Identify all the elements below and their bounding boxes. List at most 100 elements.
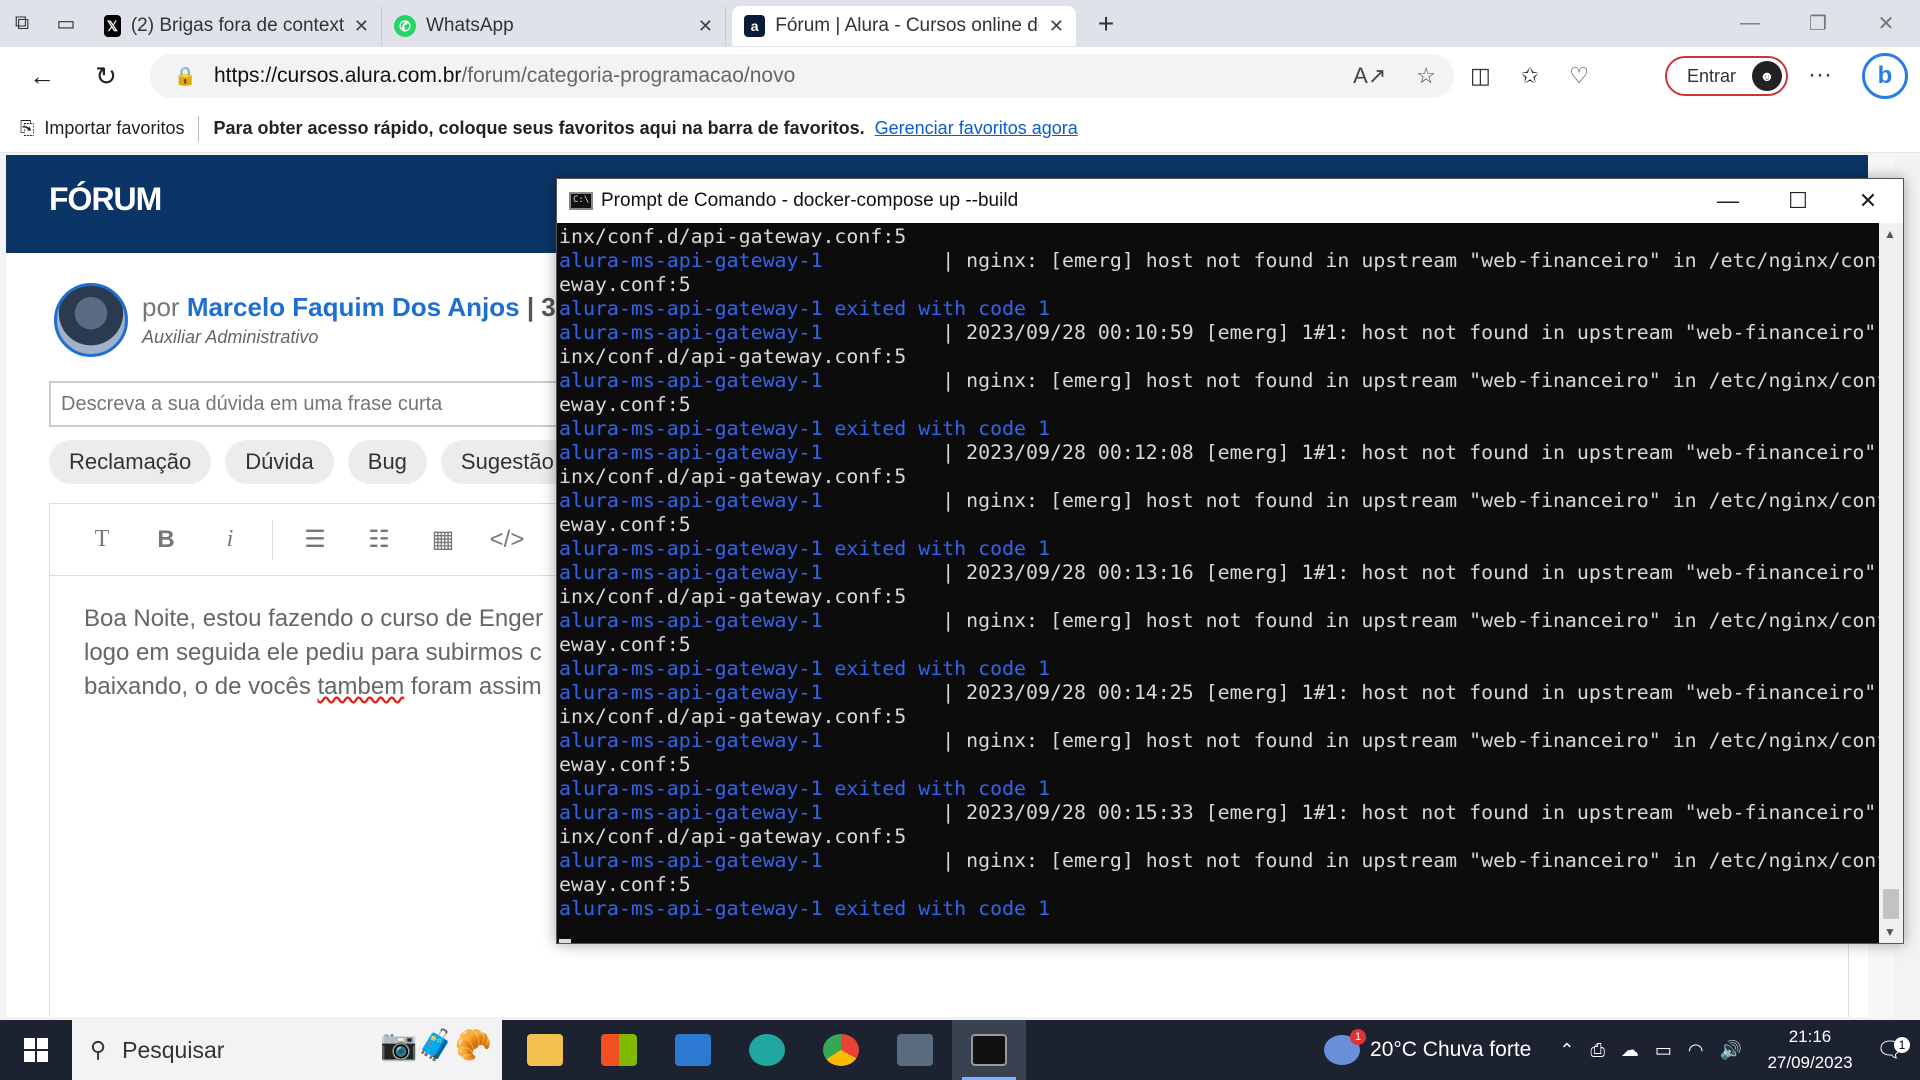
close-icon[interactable]: ✕ <box>354 16 369 37</box>
new-tab-icon[interactable]: + <box>1084 2 1128 46</box>
bullet-list-icon[interactable]: ☷ <box>347 525 411 554</box>
terminal-line: eway.conf:5 <box>559 873 1879 897</box>
search-placeholder: Pesquisar <box>122 1036 225 1063</box>
chip-reclamacao[interactable]: Reclamação <box>49 440 212 484</box>
import-icon: ⎘ <box>20 118 35 138</box>
log-text: eway.conf:5 <box>559 633 691 656</box>
lock-icon[interactable]: 🔒 <box>174 66 214 87</box>
ordered-list-icon[interactable]: ☰ <box>283 525 347 554</box>
close-icon[interactable]: ✕ <box>1049 16 1064 37</box>
scroll-thumb[interactable] <box>1883 889 1899 919</box>
chrome-icon[interactable] <box>804 1020 878 1080</box>
address-bar[interactable]: 🔒 https://cursos.alura.com.br/forum/cate… <box>150 54 1454 98</box>
terminal-output[interactable]: inx/conf.d/api-gateway.conf:5 alura-ms-ap… <box>559 223 1879 943</box>
log-text: eway.conf:5 <box>559 273 691 296</box>
terminal-line: alura-ms-api-gateway-1 | nginx: [emerg] … <box>559 849 1879 873</box>
refresh-icon[interactable]: ↻ <box>74 47 138 105</box>
service-name: alura-ms-api-gateway-1 <box>559 249 823 272</box>
read-aloud-icon[interactable]: A↗ <box>1353 63 1386 89</box>
terminal-app-icon[interactable] <box>952 1020 1026 1080</box>
misspelled-word[interactable]: tambem <box>318 673 405 700</box>
tab-actions-icon[interactable]: ▭ <box>44 2 88 46</box>
table-icon[interactable]: ▦ <box>411 525 475 554</box>
start-button[interactable] <box>0 1020 72 1080</box>
close-icon[interactable]: ✕ <box>698 16 713 37</box>
manage-favorites-link[interactable]: Gerenciar favoritos agora <box>875 118 1078 139</box>
author-name[interactable]: Marcelo Faquim Dos Anjos <box>187 292 520 322</box>
import-favorites-button[interactable]: ⎘ Importar favoritos <box>0 118 184 139</box>
split-screen-icon[interactable]: ◫ <box>1470 63 1491 89</box>
edge-icon[interactable] <box>730 1020 804 1080</box>
terminal-line: alura-ms-api-gateway-1 exited with code … <box>559 657 1879 681</box>
service-name: alura-ms-api-gateway-1 <box>559 849 823 872</box>
tab-twitter[interactable]: 𝕏 (2) Brigas fora de contexto (@Bri ✕ <box>92 6 382 46</box>
more-menu-icon[interactable]: ··· <box>1808 61 1832 89</box>
terminal-scrollbar[interactable]: ▲ ▼ <box>1879 223 1903 943</box>
wifi-icon[interactable]: ◠ <box>1688 1040 1704 1061</box>
bold-icon[interactable]: B <box>134 526 198 554</box>
log-text: | nginx: [emerg] host not found in upstr… <box>942 849 1879 872</box>
microsoft-store-icon[interactable] <box>582 1020 656 1080</box>
sign-in-button[interactable]: Entrar ☻ <box>1665 56 1788 96</box>
terminal-line: alura-ms-api-gateway-1 exited with code … <box>559 297 1879 321</box>
chip-duvida[interactable]: Dúvida <box>225 440 334 484</box>
cmd-title: Prompt de Comando - docker-compose up --… <box>601 190 1019 211</box>
file-explorer-icon[interactable] <box>508 1020 582 1080</box>
tab-title: WhatsApp <box>426 15 514 36</box>
scroll-up-icon[interactable]: ▲ <box>1884 227 1896 241</box>
code-icon[interactable]: </> <box>475 526 539 554</box>
favorite-star-icon[interactable]: ☆ <box>1416 63 1436 89</box>
url-host: https://cursos.alura.com.br <box>214 64 462 87</box>
notification-center-button[interactable]: 🗨 1 <box>1860 1037 1920 1063</box>
favorites-bar: ⎘ Importar favoritos Para obter acesso r… <box>0 105 1920 153</box>
restore-icon[interactable]: ❐ <box>1784 0 1852 47</box>
service-name: alura-ms-api-gateway-1 exited with code … <box>559 417 1050 440</box>
terminal-line: inx/conf.d/api-gateway.conf:5 <box>559 585 1879 609</box>
cmd-titlebar[interactable]: C:\ Prompt de Comando - docker-compose u… <box>557 179 1903 223</box>
weather-widget[interactable]: 1 20°C Chuva forte <box>1324 1029 1532 1065</box>
log-text: | 2023/09/28 00:10:59 [emerg] 1#1: host … <box>942 321 1877 344</box>
tab-alura-forum[interactable]: a Fórum | Alura - Cursos online de ✕ <box>732 6 1076 46</box>
italic-icon[interactable]: i <box>198 526 262 553</box>
log-text: inx/conf.d/api-gateway.conf:5 <box>559 705 907 728</box>
terminal-line: alura-ms-api-gateway-1 exited with code … <box>559 897 1879 921</box>
battery-icon[interactable]: ▭ <box>1655 1040 1672 1061</box>
volume-icon[interactable]: 🔊 <box>1720 1040 1742 1061</box>
favorites-icon[interactable]: ✩ <box>1521 63 1539 89</box>
terminal-line: alura-ms-api-gateway-1 | nginx: [emerg] … <box>559 369 1879 393</box>
address-bar-actions: A↗ ☆ <box>1353 63 1436 89</box>
search-highlight-icon: 📷🧳🥐 <box>379 1029 492 1062</box>
device-icon[interactable]: ⎙ <box>1590 1040 1604 1061</box>
cloud-error-icon[interactable]: ☁ <box>1621 1040 1639 1061</box>
weather-text: 20°C Chuva forte <box>1370 1038 1532 1061</box>
bing-copilot-icon[interactable]: b <box>1862 53 1908 99</box>
browser-toolbar: ← ↻ 🔒 https://cursos.alura.com.br/forum/… <box>0 47 1920 105</box>
maximize-icon[interactable]: ☐ <box>1763 179 1833 223</box>
close-icon[interactable]: ✕ <box>1833 179 1903 223</box>
workspaces-icon[interactable]: ⧉ <box>0 2 44 46</box>
author-prefix: por <box>142 292 180 322</box>
service-name: alura-ms-api-gateway-1 <box>559 369 823 392</box>
avatar[interactable] <box>54 283 128 357</box>
minimize-icon[interactable]: — <box>1693 179 1763 223</box>
terminal-line: alura-ms-api-gateway-1 exited with code … <box>559 537 1879 561</box>
calculator-icon[interactable] <box>878 1020 952 1080</box>
scroll-down-icon[interactable]: ▼ <box>1884 925 1896 939</box>
terminal-line: alura-ms-api-gateway-1 exited with code … <box>559 777 1879 801</box>
back-icon[interactable]: ← <box>10 47 74 105</box>
close-window-icon[interactable]: ✕ <box>1852 0 1920 47</box>
taskbar-search[interactable]: ⚲ Pesquisar 📷🧳🥐 <box>72 1020 502 1080</box>
chip-bug[interactable]: Bug <box>347 440 427 484</box>
heading-icon[interactable]: T <box>70 526 134 553</box>
minimize-icon[interactable]: — <box>1716 0 1784 47</box>
editor-content[interactable]: Boa Noite, estou fazendo o curso de Enge… <box>50 576 590 730</box>
chevron-up-icon[interactable]: ⌃ <box>1559 1040 1574 1061</box>
browser-essentials-icon[interactable]: ♡ <box>1569 63 1589 89</box>
terminal-line: eway.conf:5 <box>559 513 1879 537</box>
mail-icon[interactable] <box>656 1020 730 1080</box>
chip-sugestao[interactable]: Sugestão <box>440 440 574 484</box>
terminal-line: alura-ms-api-gateway-1 | nginx: [emerg] … <box>559 729 1879 753</box>
tab-whatsapp[interactable]: ✆ WhatsApp ✕ <box>382 6 726 46</box>
terminal-line: alura-ms-api-gateway-1 | 2023/09/28 00:1… <box>559 561 1879 585</box>
clock[interactable]: 21:16 27/09/2023 <box>1760 1024 1860 1076</box>
